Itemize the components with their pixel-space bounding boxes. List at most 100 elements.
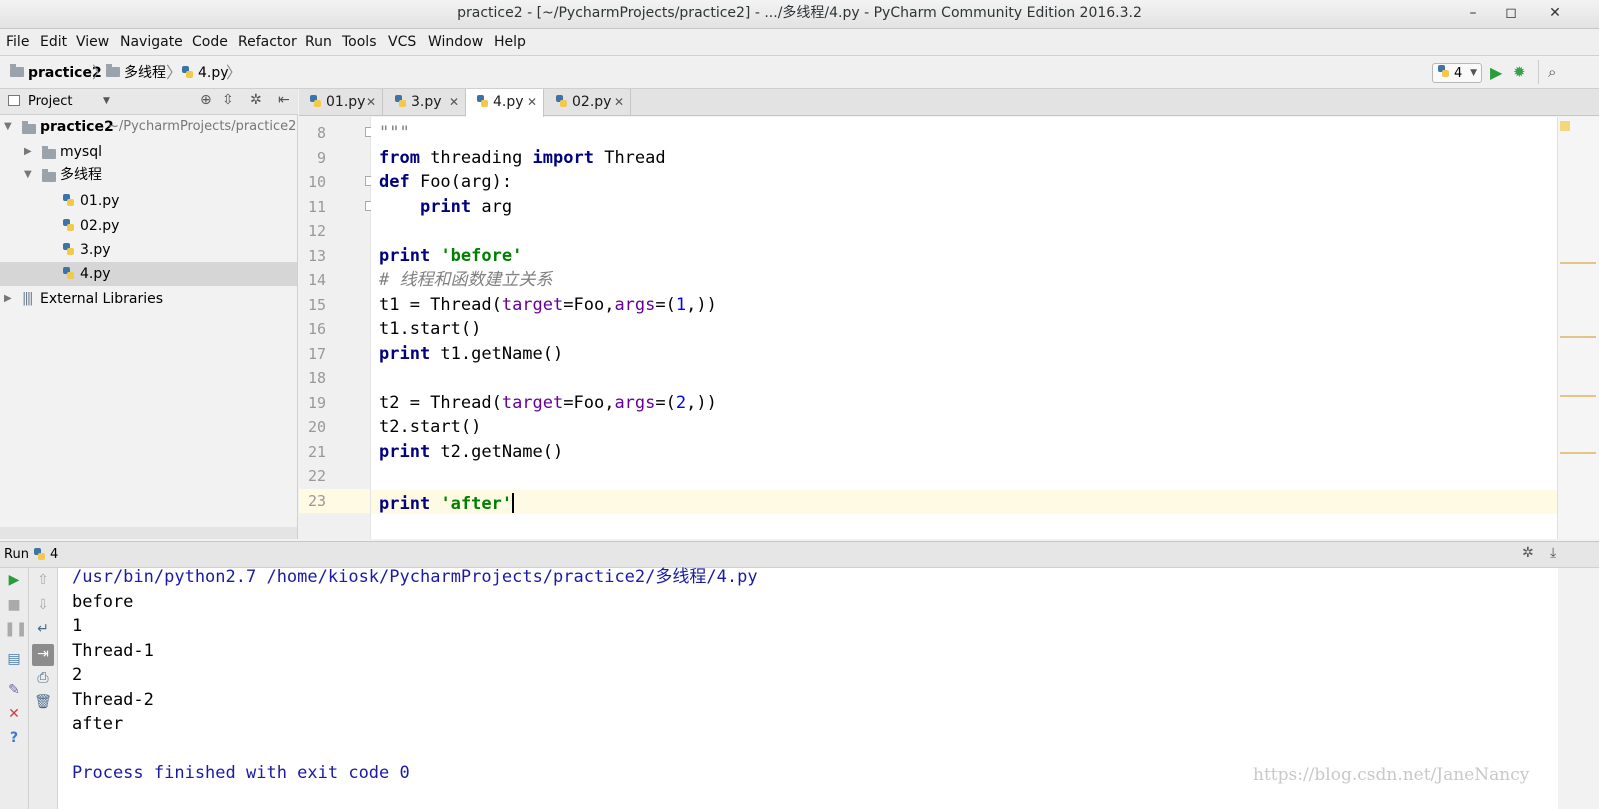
close-icon[interactable]: ✕ bbox=[366, 89, 376, 115]
tree-item-root[interactable]: ▼ practice2 ~/PycharmProjects/practice2 bbox=[0, 115, 297, 139]
tree-item-01py[interactable]: 01.py bbox=[0, 189, 297, 213]
menu-vcs[interactable]: VCS bbox=[388, 29, 416, 56]
python-file-icon bbox=[1437, 65, 1450, 78]
stripe-marker[interactable] bbox=[1560, 395, 1596, 397]
run-config-selector[interactable]: 4 ▼ bbox=[1432, 63, 1482, 83]
scroll-to-end-icon[interactable]: ⇥ bbox=[32, 644, 54, 666]
run-config-label: 4 bbox=[50, 547, 59, 562]
code-editor[interactable]: """ from threading import Thread def Foo… bbox=[371, 117, 1557, 539]
code-line: print 'before' bbox=[379, 246, 523, 266]
hide-panel-icon[interactable]: ⇤ bbox=[278, 92, 290, 108]
menu-edit[interactable]: Edit bbox=[40, 29, 67, 56]
tree-item-02py[interactable]: 02.py bbox=[0, 214, 297, 238]
close-icon[interactable]: ✕ bbox=[614, 89, 624, 115]
expand-arrow-icon: ▼ bbox=[24, 169, 32, 180]
line-number: 9 bbox=[316, 149, 326, 167]
editor-gutter: 8 9 10 11 12 13 14 15 16 17 18 19 20 21 … bbox=[299, 117, 375, 539]
print-icon[interactable]: ⎙ bbox=[33, 668, 53, 688]
code-line: t1.start() bbox=[379, 319, 482, 339]
tree-item-4py[interactable]: 4.py bbox=[0, 262, 297, 286]
line-number: 13 bbox=[307, 247, 326, 265]
tab-label: 4.py bbox=[493, 94, 524, 110]
tree-item-3py[interactable]: 3.py bbox=[0, 238, 297, 262]
horizontal-scrollbar[interactable] bbox=[0, 527, 297, 539]
line-number: 18 bbox=[307, 369, 326, 387]
arrow-up-icon[interactable]: ⇧ bbox=[33, 570, 53, 590]
python-file-icon bbox=[62, 243, 75, 256]
collapse-icon[interactable]: ⇳ bbox=[222, 92, 234, 108]
tab-4py[interactable]: 4.py ✕ bbox=[466, 89, 544, 117]
hide-panel-icon[interactable]: ⤓ bbox=[1550, 545, 1556, 561]
breadcrumb-project[interactable]: practice2 bbox=[10, 57, 102, 89]
tab-02py[interactable]: 02.py ✕ bbox=[545, 89, 631, 116]
tree-item-mysql[interactable]: ▶ mysql bbox=[0, 140, 297, 164]
breadcrumb-folder[interactable]: 多线程 bbox=[106, 57, 166, 89]
run-toolbar-secondary: ⇧ ⇩ ↵ ⇥ ⎙ 🗑 bbox=[29, 568, 58, 809]
close-icon[interactable]: ✕ bbox=[449, 89, 459, 115]
stripe-marker[interactable] bbox=[1560, 262, 1596, 264]
toolbar-divider bbox=[1538, 60, 1539, 84]
tree-item-threads-folder[interactable]: ▼ 多线程 bbox=[0, 163, 297, 187]
folder-icon bbox=[42, 146, 56, 159]
debug-icon[interactable]: ✹ bbox=[1513, 63, 1526, 81]
maximize-button[interactable]: ◻ bbox=[1496, 0, 1526, 27]
text-cursor bbox=[512, 493, 515, 513]
menu-help[interactable]: Help bbox=[494, 29, 526, 56]
menu-file[interactable]: File bbox=[6, 29, 29, 56]
menu-run[interactable]: Run bbox=[305, 29, 332, 56]
run-toolbar-primary: ▶ ■ ❚❚ ▤ ✎ ✕ ? bbox=[0, 568, 29, 809]
line-number: 15 bbox=[307, 296, 326, 314]
soft-wrap-icon[interactable]: ↵ bbox=[33, 619, 53, 639]
locate-icon[interactable]: ⊕ bbox=[200, 92, 212, 108]
tab-label: 01.py bbox=[326, 94, 366, 110]
menu-refactor[interactable]: Refactor bbox=[238, 29, 297, 56]
python-file-icon bbox=[555, 95, 568, 108]
code-line: t1 = Thread(target=Foo,args=(1,)) bbox=[379, 295, 717, 315]
error-stripe[interactable] bbox=[1557, 117, 1599, 539]
stripe-marker[interactable] bbox=[1560, 336, 1596, 338]
console-line: /usr/bin/python2.7 /home/kiosk/PycharmPr… bbox=[72, 567, 758, 587]
close-window-button[interactable]: ✕ bbox=[1540, 0, 1570, 27]
code-line: """ bbox=[379, 123, 410, 143]
run-icon[interactable]: ▶ bbox=[1490, 63, 1502, 82]
code-line: from threading import Thread bbox=[379, 148, 666, 168]
watermark: https://blog.csdn.net/JaneNancy bbox=[1253, 765, 1530, 785]
chevron-down-icon[interactable]: ▼ bbox=[103, 89, 110, 114]
stop-icon[interactable]: ■ bbox=[4, 595, 24, 615]
menu-window[interactable]: Window bbox=[428, 29, 483, 56]
folder-icon bbox=[10, 64, 24, 77]
restore-layout-icon[interactable]: ▤ bbox=[4, 649, 24, 669]
project-view-selector[interactable]: Project bbox=[28, 89, 72, 114]
arrow-down-icon[interactable]: ⇩ bbox=[33, 595, 53, 615]
tree-item-label: 01.py bbox=[80, 193, 120, 209]
code-line: print t1.getName() bbox=[379, 344, 564, 364]
minimize-button[interactable]: – bbox=[1458, 0, 1488, 27]
inspection-status-icon[interactable] bbox=[1560, 121, 1570, 131]
pin-icon[interactable]: ✎ bbox=[4, 680, 24, 700]
rerun-icon[interactable]: ▶ bbox=[4, 570, 24, 590]
close-icon[interactable]: ✕ bbox=[4, 704, 24, 724]
code-line: print arg bbox=[419, 197, 513, 217]
menu-view[interactable]: View bbox=[76, 29, 109, 56]
help-icon[interactable]: ? bbox=[4, 728, 24, 748]
line-number: 21 bbox=[307, 443, 326, 461]
menu-navigate[interactable]: Navigate bbox=[120, 29, 183, 56]
tree-item-external-libraries[interactable]: ▶ |||| External Libraries bbox=[0, 287, 297, 311]
folder-icon bbox=[22, 121, 36, 134]
menu-tools[interactable]: Tools bbox=[342, 29, 377, 56]
trash-icon[interactable]: 🗑 bbox=[33, 692, 53, 712]
pause-icon[interactable]: ❚❚ bbox=[4, 619, 27, 639]
current-line-highlight bbox=[371, 490, 1557, 514]
stripe-marker[interactable] bbox=[1560, 452, 1596, 454]
library-icon: |||| bbox=[22, 291, 33, 306]
menu-code[interactable]: Code bbox=[192, 29, 228, 56]
close-icon[interactable]: ✕ bbox=[527, 89, 537, 115]
gear-icon[interactable]: ✲ bbox=[250, 92, 262, 108]
gear-icon[interactable]: ✲ bbox=[1522, 545, 1534, 561]
tab-01py[interactable]: 01.py ✕ bbox=[299, 89, 383, 116]
tab-3py[interactable]: 3.py ✕ bbox=[384, 89, 466, 116]
tree-item-label: 3.py bbox=[80, 242, 111, 258]
menu-bar: File Edit View Navigate Code Refactor Ru… bbox=[0, 29, 1599, 56]
breadcrumb-file[interactable]: 4.py bbox=[181, 57, 229, 89]
search-icon[interactable]: ⌕ bbox=[1548, 63, 1556, 81]
